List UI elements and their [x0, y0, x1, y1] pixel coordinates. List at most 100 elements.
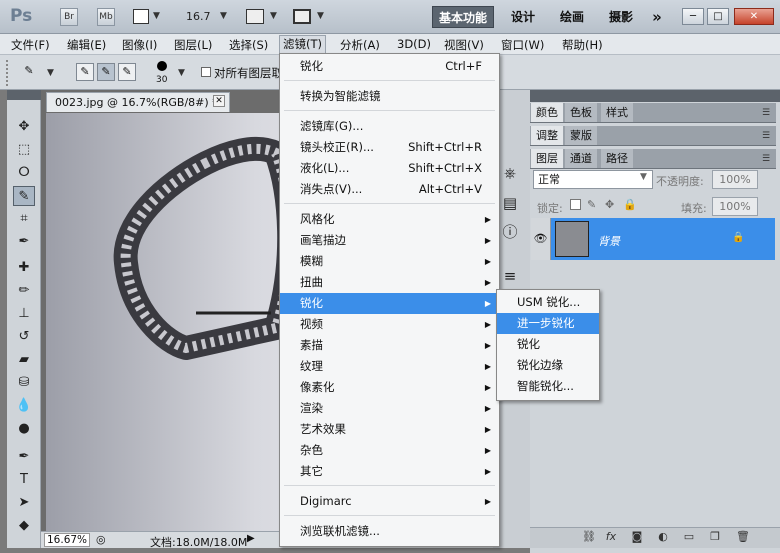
chevron-down-icon[interactable]: ▼	[220, 11, 227, 21]
tab-adjustments[interactable]: 调整	[531, 126, 563, 145]
add-to-selection-icon[interactable]: ✎	[97, 63, 115, 81]
tab-layers[interactable]: 图层	[531, 149, 563, 168]
panel-menu-icon[interactable]: ☰	[760, 153, 772, 165]
dodge-tool-icon[interactable]: ●	[13, 419, 35, 439]
navigator-icon[interactable]: ⎈	[500, 163, 520, 183]
workspace-photography[interactable]: 摄影	[606, 6, 636, 28]
chevron-down-icon[interactable]: ▼	[47, 68, 54, 78]
workspace-essentials[interactable]: 基本功能	[432, 6, 494, 28]
menu-item-brush-strokes[interactable]: 画笔描边 ▶	[280, 230, 499, 251]
dock-header[interactable]	[530, 90, 780, 102]
subtract-selection-icon[interactable]: ✎	[118, 63, 136, 81]
menu-item-texture[interactable]: 纹理 ▶	[280, 356, 499, 377]
menu-3d[interactable]: 3D(D)	[394, 37, 434, 51]
screen-mode-icon[interactable]	[293, 9, 311, 24]
bridge-button[interactable]: Br	[60, 8, 78, 26]
close-icon[interactable]: ✕	[213, 95, 225, 107]
menu-item-vanishing-point[interactable]: 消失点(V)... Alt+Ctrl+V	[280, 179, 499, 200]
menu-item-filter-gallery[interactable]: 滤镜库(G)...	[280, 116, 499, 137]
chevron-down-icon[interactable]: ▼	[640, 172, 647, 182]
eraser-tool-icon[interactable]: ▰	[13, 350, 35, 370]
menu-item-noise[interactable]: 杂色 ▶	[280, 440, 499, 461]
panel-menu-icon[interactable]: ☰	[760, 130, 772, 142]
submenu-item-unsharp-mask[interactable]: USM 锐化...	[497, 292, 599, 313]
brush-dot-icon[interactable]	[157, 61, 167, 71]
menu-item-other[interactable]: 其它 ▶	[280, 461, 499, 482]
blur-tool-icon[interactable]: 💧	[13, 396, 35, 416]
zoom-field[interactable]: 16.67%	[44, 533, 90, 547]
document-size-info[interactable]: 文档:18.0M/18.0M	[150, 534, 247, 550]
trash-icon[interactable]: 🗑	[736, 530, 750, 544]
submenu-item-sharpen[interactable]: 锐化	[497, 334, 599, 355]
eye-icon[interactable]: 👁	[531, 218, 551, 260]
toolbox-header[interactable]	[7, 90, 41, 100]
tab-styles[interactable]: 样式	[601, 103, 633, 122]
move-tool-icon[interactable]: ✥	[13, 117, 35, 137]
history-brush-icon[interactable]: ↺	[13, 327, 35, 347]
info-icon[interactable]: ⓘ	[500, 222, 520, 242]
chevron-down-icon[interactable]: ▼	[317, 11, 324, 21]
chevron-right-icon[interactable]: ▶	[247, 533, 255, 544]
fill-field[interactable]: 100%	[712, 197, 758, 216]
menu-item-browse-filters[interactable]: 浏览联机滤镜...	[280, 521, 499, 542]
chevron-down-icon[interactable]: ▼	[153, 11, 160, 21]
menu-file[interactable]: 文件(F)	[8, 37, 53, 53]
add-mask-icon[interactable]: ◙	[630, 530, 644, 544]
workspace-painting[interactable]: 绘画	[557, 6, 587, 28]
tab-swatches[interactable]: 色板	[565, 103, 597, 122]
lock-image-icon[interactable]: ✎	[587, 198, 596, 211]
menu-item-render[interactable]: 渲染 ▶	[280, 398, 499, 419]
eyedropper-tool-icon[interactable]: ✒	[13, 232, 35, 252]
fx-icon[interactable]: fx	[604, 530, 618, 544]
menu-item-sketch[interactable]: 素描 ▶	[280, 335, 499, 356]
menu-view[interactable]: 视图(V)	[441, 37, 487, 53]
menu-layer[interactable]: 图层(L)	[171, 37, 215, 53]
more-workspaces-button[interactable]: »	[646, 6, 668, 28]
menu-item-distort[interactable]: 扭曲 ▶	[280, 272, 499, 293]
chevron-down-icon[interactable]: ▼	[178, 68, 185, 78]
menu-item-lens-correction[interactable]: 镜头校正(R)... Shift+Ctrl+R	[280, 137, 499, 158]
new-layer-icon[interactable]: ❐	[708, 530, 722, 544]
menu-item-liquify[interactable]: 液化(L)... Shift+Ctrl+X	[280, 158, 499, 179]
clone-stamp-icon[interactable]: ⊥	[13, 304, 35, 324]
menu-item-video[interactable]: 视频 ▶	[280, 314, 499, 335]
menu-image[interactable]: 图像(I)	[119, 37, 160, 53]
menu-analysis[interactable]: 分析(A)	[337, 37, 383, 53]
submenu-item-smart-sharpen[interactable]: 智能锐化...	[497, 376, 599, 397]
status-info-icon[interactable]: ◎	[96, 533, 106, 546]
layer-thumbnail[interactable]	[555, 221, 589, 257]
menu-item-sharpen[interactable]: 锐化 ▶	[280, 293, 499, 314]
blend-mode-select[interactable]: 正常	[533, 170, 653, 189]
layer-name[interactable]: 背景	[598, 233, 620, 249]
adjustment-layer-icon[interactable]: ◐	[656, 530, 670, 544]
actions-icon[interactable]: ≡	[500, 266, 520, 286]
lock-transparency-icon[interactable]	[570, 199, 581, 210]
menu-item-smart-filter[interactable]: 转换为智能滤镜	[280, 86, 499, 107]
menu-edit[interactable]: 编辑(E)	[64, 37, 109, 53]
menu-select[interactable]: 选择(S)	[226, 37, 271, 53]
path-selection-icon[interactable]: ➤	[13, 493, 35, 513]
submenu-item-sharpen-edges[interactable]: 锐化边缘	[497, 355, 599, 376]
chevron-down-icon[interactable]: ▼	[270, 11, 277, 21]
quick-selection-tool-icon[interactable]: ✎	[13, 186, 35, 206]
film-strip-icon[interactable]	[133, 9, 149, 24]
menu-item-stylize[interactable]: 风格化 ▶	[280, 209, 499, 230]
sample-all-layers-checkbox[interactable]	[201, 67, 211, 77]
menu-item-digimarc[interactable]: Digimarc ▶	[280, 491, 499, 512]
panel-menu-icon[interactable]: ☰	[760, 107, 772, 119]
lock-position-icon[interactable]: ✥	[605, 198, 614, 211]
lasso-tool-icon[interactable]: ⵔ	[13, 163, 35, 183]
tab-masks[interactable]: 蒙版	[565, 126, 597, 145]
histogram-icon[interactable]: ▤	[500, 193, 520, 213]
new-group-icon[interactable]: ▭	[682, 530, 696, 544]
tab-paths[interactable]: 路径	[601, 149, 633, 168]
link-layers-icon[interactable]: ⛓	[582, 530, 596, 544]
document-tab[interactable]: 0023.jpg @ 16.7%(RGB/8#) *	[46, 92, 230, 112]
marquee-tool-icon[interactable]: ⬚	[13, 140, 35, 160]
crop-tool-icon[interactable]: ⌗	[13, 209, 35, 229]
tab-channels[interactable]: 通道	[565, 149, 597, 168]
close-button[interactable]: ✕	[734, 8, 774, 25]
menu-item-last-filter[interactable]: 锐化 Ctrl+F	[280, 56, 499, 77]
menu-item-pixelate[interactable]: 像素化 ▶	[280, 377, 499, 398]
maximize-button[interactable]: □	[707, 8, 729, 25]
